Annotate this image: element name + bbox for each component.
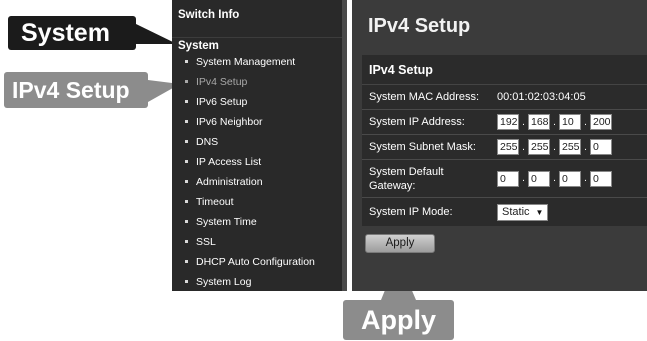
panel-title: IPv4 Setup xyxy=(362,55,647,85)
sidebar-item-label: Timeout xyxy=(196,196,234,208)
apply-button[interactable]: Apply xyxy=(365,234,435,253)
sidebar-item-ip-access-list[interactable]: IP Access List xyxy=(172,155,342,175)
bullet-icon xyxy=(185,100,188,103)
ip-address-fields: 192. 168. 10. 200 xyxy=(485,114,612,130)
sidebar-item-timeout[interactable]: Timeout xyxy=(172,195,342,215)
sidebar-item-label: SSL xyxy=(196,236,216,248)
ip-mode-selected-value: Static xyxy=(502,205,530,218)
sidebar-item-label: System Time xyxy=(196,216,257,228)
bullet-icon xyxy=(185,240,188,243)
bullet-icon xyxy=(185,160,188,163)
subnet-mask-row: System Subnet Mask: 255. 255. 255. 0 xyxy=(362,135,647,160)
ip-octet-1-input[interactable]: 192 xyxy=(497,114,519,130)
mac-address-value: 00:01:02:03:04:05 xyxy=(497,91,586,103)
sidebar-item-label: System Log xyxy=(196,276,252,288)
sidebar-item-ipv6-neighbor[interactable]: IPv6 Neighbor xyxy=(172,115,342,135)
gateway-octet-1-input[interactable]: 0 xyxy=(497,170,519,187)
bullet-icon xyxy=(185,220,188,223)
sidebar-group-system[interactable]: System xyxy=(178,40,219,52)
sidebar-item-label: IPv6 Neighbor xyxy=(196,116,263,128)
mac-address-label: System MAC Address: xyxy=(369,91,480,103)
ipv4-setup-panel: IPv4 Setup System MAC Address: 00:01:02:… xyxy=(362,55,647,226)
subnet-mask-fields: 255. 255. 255. 0 xyxy=(485,139,612,155)
sidebar-item-ipv4-setup[interactable]: IPv4 Setup xyxy=(172,75,342,95)
system-callout: System xyxy=(8,16,136,50)
apply-callout: Apply xyxy=(343,300,454,340)
sidebar-item-dhcp-auto-configuration[interactable]: DHCP Auto Configuration xyxy=(172,255,342,275)
bullet-icon xyxy=(185,260,188,263)
sidebar-item-label: IPv4 Setup xyxy=(196,76,248,88)
sidebar-header: Switch Info xyxy=(172,0,342,38)
default-gateway-label: System Default Gateway: xyxy=(369,165,444,192)
page-title: IPv4 Setup xyxy=(368,15,471,37)
gateway-octet-2-input[interactable]: 0 xyxy=(528,170,550,187)
bullet-icon xyxy=(185,280,188,283)
sidebar-item-administration[interactable]: Administration xyxy=(172,175,342,195)
sidebar-item-system-time[interactable]: System Time xyxy=(172,215,342,235)
bullet-icon xyxy=(185,200,188,203)
ipv4-setup-callout: IPv4 Setup xyxy=(4,72,148,108)
sidebar-list: System Management IPv4 Setup IPv6 Setup … xyxy=(172,55,342,295)
mac-address-row: System MAC Address: 00:01:02:03:04:05 xyxy=(362,85,647,110)
subnet-mask-label: System Subnet Mask: xyxy=(369,141,476,153)
ip-octet-3-input[interactable]: 10 xyxy=(559,114,581,130)
system-callout-pointer xyxy=(136,24,177,44)
mask-octet-1-input[interactable]: 255 xyxy=(497,139,519,155)
mask-octet-3-input[interactable]: 255 xyxy=(559,139,581,155)
ip-mode-field: Static ▼ xyxy=(485,203,549,221)
gateway-octet-3-input[interactable]: 0 xyxy=(559,170,581,187)
sidebar-item-label: DNS xyxy=(196,136,219,148)
sidebar-item-label: DHCP Auto Configuration xyxy=(196,256,315,268)
sidebar-item-label: System Management xyxy=(196,56,296,68)
bullet-icon xyxy=(185,120,188,123)
sidebar-item-label: Administration xyxy=(196,176,263,188)
dropdown-arrow-icon: ▼ xyxy=(535,207,544,217)
ip-mode-label: System IP Mode: xyxy=(369,206,453,218)
bullet-icon xyxy=(185,180,188,183)
main-content: IPv4 Setup IPv4 Setup System MAC Address… xyxy=(352,0,647,291)
sidebar-item-system-management[interactable]: System Management xyxy=(172,55,342,75)
sidebar: Switch Info System System Management IPv… xyxy=(172,0,347,291)
sidebar-item-ipv6-setup[interactable]: IPv6 Setup xyxy=(172,95,342,115)
bullet-icon xyxy=(185,140,188,143)
ip-octet-2-input[interactable]: 168 xyxy=(528,114,550,130)
default-gateway-fields: 0. 0. 0. 0 xyxy=(485,170,612,187)
ip-address-label: System IP Address: xyxy=(369,116,465,128)
bullet-icon xyxy=(185,80,188,83)
ip-mode-row: System IP Mode: Static ▼ xyxy=(362,198,647,226)
ip-mode-select[interactable]: Static ▼ xyxy=(497,203,549,221)
sidebar-item-label: IPv6 Setup xyxy=(196,96,248,108)
default-gateway-row: System Default Gateway: 0. 0. 0. 0 xyxy=(362,160,647,198)
mask-octet-2-input[interactable]: 255 xyxy=(528,139,550,155)
gateway-octet-4-input[interactable]: 0 xyxy=(590,170,612,187)
bullet-icon xyxy=(185,60,188,63)
sidebar-item-label: IP Access List xyxy=(196,156,262,168)
sidebar-item-system-log[interactable]: System Log xyxy=(172,275,342,295)
sidebar-item-dns[interactable]: DNS xyxy=(172,135,342,155)
ip-octet-4-input[interactable]: 200 xyxy=(590,114,612,130)
sidebar-item-ssl[interactable]: SSL xyxy=(172,235,342,255)
ip-address-row: System IP Address: 192. 168. 10. 200 xyxy=(362,110,647,135)
mask-octet-4-input[interactable]: 0 xyxy=(590,139,612,155)
